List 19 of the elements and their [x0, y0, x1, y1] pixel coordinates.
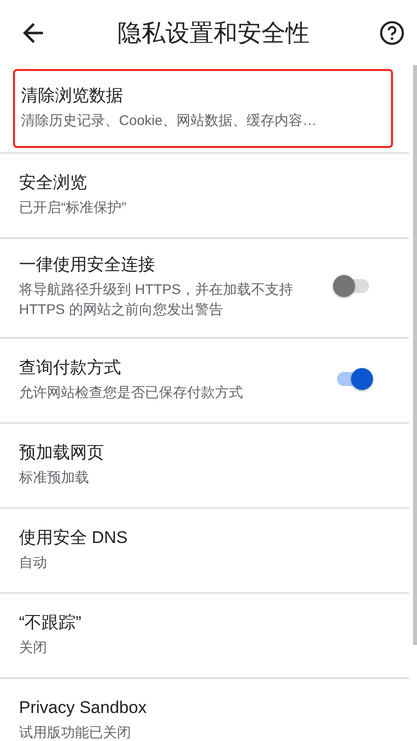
setting-summary: 允许网站检查您是否已保存付款方式 [19, 382, 244, 402]
setting-summary: 清除历史记录、Cookie、网站数据、缓存内容… [21, 110, 318, 130]
highlighted-setting-row[interactable]: 清除浏览数据 清除历史记录、Cookie、网站数据、缓存内容… [13, 69, 393, 148]
setting-summary: 标准预加载 [19, 468, 90, 486]
setting-title: 安全浏览 [19, 172, 88, 194]
setting-summary: 关闭 [19, 638, 48, 656]
setting-summary: 已开启“标准保护” [19, 198, 128, 216]
setting-summary: 自动 [19, 552, 48, 572]
setting-title: “不跟踪” [19, 612, 82, 634]
setting-title: 清除浏览数据 [21, 84, 124, 106]
setting-summary: 试用版功能已关闭 [19, 722, 132, 741]
setting-title: 查询付款方式 [19, 356, 122, 378]
setting-summary: 将导航路径升级到 HTTPS，并在加载不支持 HTTPS 的网站之前向您发出警告 [19, 280, 294, 319]
setting-title: 一律使用安全连接 [19, 254, 156, 276]
setting-title: 使用安全 DNS [19, 526, 129, 548]
help-icon[interactable] [379, 20, 405, 46]
setting-title: Privacy Sandbox [19, 696, 148, 718]
page-title: 隐私设置和安全性 [116, 18, 310, 48]
setting-title: 预加载网页 [19, 442, 105, 464]
